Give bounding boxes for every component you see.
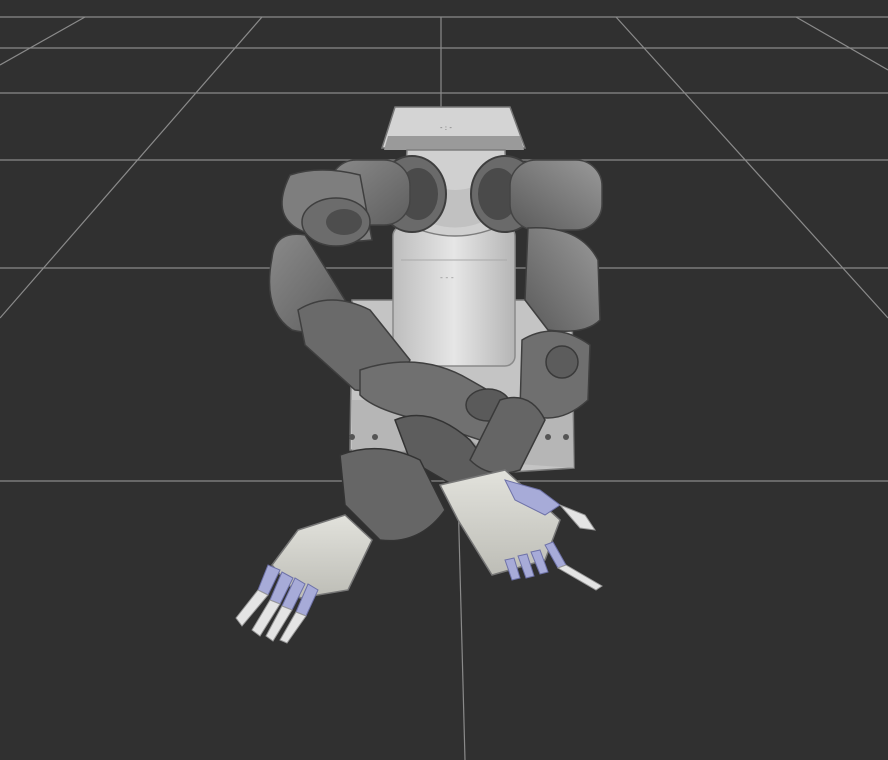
robot-torso: - - - [392,225,516,367]
robot-model[interactable]: - - - - : - [235,106,603,644]
robot-right-hand[interactable] [438,469,603,591]
svg-text:- - -: - - - [440,273,454,282]
scene-canvas[interactable]: - - - - : - [0,0,888,760]
3d-viewport[interactable]: - - - - : - [0,0,888,760]
svg-text:- : -: - : - [440,124,452,132]
robot-left-hand[interactable] [235,514,373,644]
